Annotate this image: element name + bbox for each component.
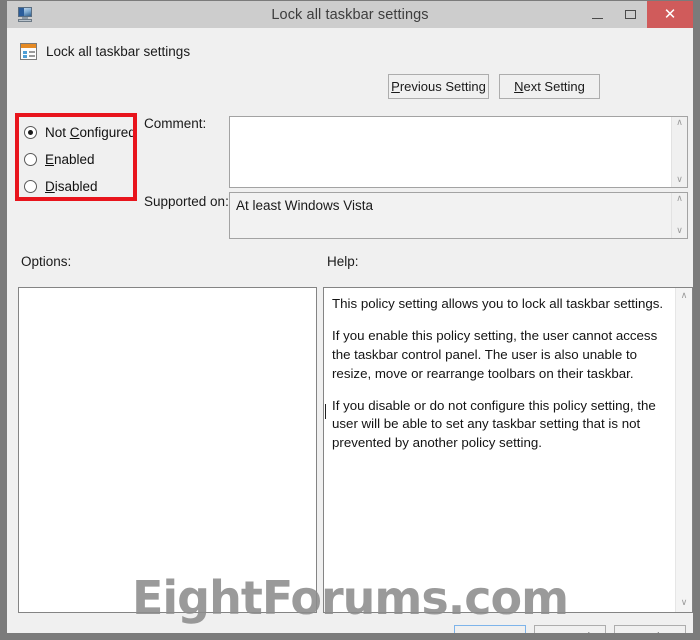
window-controls: ✕ [581,1,693,28]
help-paragraph: If you enable this policy setting, the u… [332,327,658,381]
supported-on-scrollbar[interactable]: ∧ ∨ [671,193,687,238]
supported-on-textbox: At least Windows Vista ∧ ∨ [229,192,688,239]
close-button[interactable]: ✕ [647,1,693,28]
close-icon: ✕ [663,5,677,23]
scroll-up-icon[interactable]: ∧ [681,292,688,301]
options-label: Options: [21,254,72,269]
scroll-up-icon[interactable]: ∧ [676,119,683,128]
ok-button[interactable]: OK [454,625,526,633]
help-panel: This policy setting allows you to lock a… [323,287,693,613]
comment-scrollbar[interactable]: ∧ ∨ [671,117,687,187]
radio-not-configured[interactable]: Not Configured [24,119,144,146]
group-policy-setting-window: Lock all taskbar settings ✕ Lock all tas… [0,0,700,640]
minimize-button[interactable] [581,1,614,28]
radio-enabled[interactable]: Enabled [24,146,144,173]
radio-mark-icon [24,180,37,193]
radio-label-not-configured: Not Configured [45,125,136,140]
supported-on-value: At least Windows Vista [236,198,374,213]
scroll-down-icon[interactable]: ∨ [681,599,688,608]
radio-label-disabled: Disabled [45,179,98,194]
title-bar: Lock all taskbar settings ✕ [7,1,693,28]
help-paragraph: This policy setting allows you to lock a… [332,296,664,311]
policy-header: Lock all taskbar settings [20,43,190,60]
monitor-icon [14,6,36,24]
text-caret [325,404,326,419]
minimize-icon [592,17,603,19]
previous-setting-button[interactable]: Previous Setting [388,74,489,99]
radio-mark-icon [24,153,37,166]
policy-setting-icon [20,43,37,60]
comment-label: Comment: [144,116,207,131]
options-panel[interactable] [18,287,317,613]
policy-title: Lock all taskbar settings [46,44,191,59]
comment-value[interactable] [230,117,671,187]
scroll-down-icon[interactable]: ∨ [676,227,683,236]
apply-button[interactable]: Apply [614,625,686,633]
maximize-icon [625,10,636,19]
supported-on-label: Supported on: [144,194,229,209]
policy-state-radio-group: Not Configured Enabled Disabled [24,119,144,200]
help-label: Help: [327,254,359,269]
help-scrollbar[interactable]: ∧ ∨ [675,288,692,612]
radio-label-enabled: Enabled [45,152,95,167]
scroll-up-icon[interactable]: ∧ [676,195,683,204]
next-setting-button[interactable]: Next Setting [499,74,600,99]
help-text[interactable]: This policy setting allows you to lock a… [324,288,675,612]
help-paragraph: If you disable or do not configure this … [332,397,656,451]
client-area: Lock all taskbar settings Previous Setti… [7,28,693,633]
cancel-button[interactable]: Cancel [534,625,606,633]
scroll-down-icon[interactable]: ∨ [676,176,683,185]
radio-mark-selected-icon [24,126,37,139]
comment-textbox[interactable]: ∧ ∨ [229,116,688,188]
maximize-button[interactable] [614,1,647,28]
radio-disabled[interactable]: Disabled [24,173,144,200]
